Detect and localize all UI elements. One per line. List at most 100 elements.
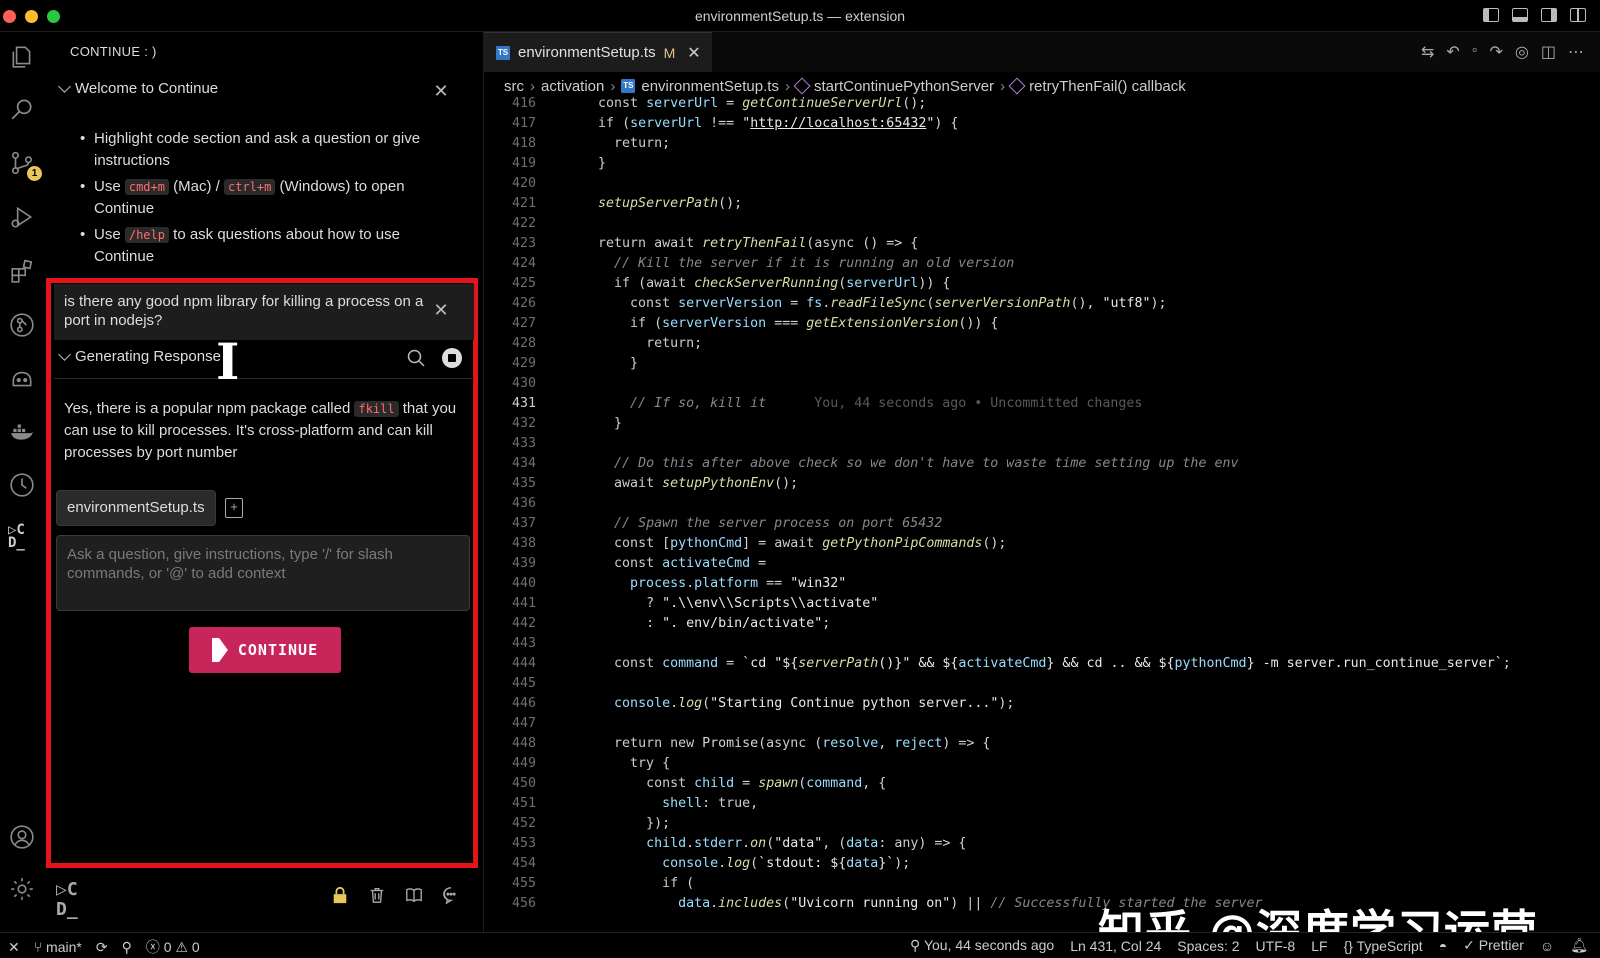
lock-icon[interactable] xyxy=(330,886,350,906)
code-line[interactable]: 444 const command = `cd "${serverPath()}… xyxy=(484,654,1584,674)
run-debug-icon[interactable] xyxy=(8,204,36,232)
toggle-panel-icon[interactable] xyxy=(1512,8,1528,22)
code-line[interactable]: 450 const child = spawn(command, { xyxy=(484,774,1584,794)
toggle-secondary-sidebar-icon[interactable] xyxy=(1541,8,1557,22)
code-line[interactable]: 439 const activateCmd = xyxy=(484,554,1584,574)
code-line[interactable]: 434 // Do this after above check so we d… xyxy=(484,454,1584,474)
remote-icon[interactable]: ✕ xyxy=(8,939,20,956)
more-actions-icon[interactable]: ⋯ xyxy=(1568,42,1584,62)
search-icon[interactable] xyxy=(406,348,426,368)
code-line[interactable]: 455 if ( xyxy=(484,874,1584,894)
indentation[interactable]: Spaces: 2 xyxy=(1177,938,1239,954)
code-line[interactable]: 438 const [pythonCmd] = await getPythonP… xyxy=(484,534,1584,554)
code-line[interactable]: 436 xyxy=(484,494,1584,514)
code-line[interactable]: 452 }); xyxy=(484,814,1584,834)
welcome-section-header[interactable]: Welcome to Continue xyxy=(58,80,218,97)
timeline-icon[interactable] xyxy=(8,472,36,500)
customize-layout-icon[interactable] xyxy=(1570,8,1586,22)
code-line[interactable]: 419 } xyxy=(484,154,1584,174)
trash-icon[interactable] xyxy=(367,886,387,906)
gear-icon[interactable] xyxy=(8,876,36,904)
code-line[interactable]: 437 // Spawn the server process on port … xyxy=(484,514,1584,534)
tab-environmentsetup[interactable]: TS environmentSetup.ts M ✕ xyxy=(484,32,712,72)
bell-icon[interactable]: 🔔︎ xyxy=(1570,937,1588,954)
code-line[interactable]: 445 xyxy=(484,674,1584,694)
code-line[interactable]: 451 shell: true, xyxy=(484,794,1584,814)
breadcrumb-item[interactable]: environmentSetup.ts xyxy=(641,78,779,95)
breadcrumb-item[interactable]: activation xyxy=(541,78,604,95)
chat-bubble-icon[interactable] xyxy=(441,886,461,906)
git-lens-icon[interactable]: ◎ xyxy=(1515,42,1529,62)
open-changes-icon[interactable]: ⇆ xyxy=(1421,42,1434,62)
git-graph-icon[interactable] xyxy=(8,312,36,340)
code-line[interactable]: 454 console.log(`stdout: ${data}`); xyxy=(484,854,1584,874)
problems-indicator[interactable]: ⓧ 0 ⚠ 0 xyxy=(146,937,200,957)
chat-textarea[interactable] xyxy=(67,545,459,601)
encoding[interactable]: UTF-8 xyxy=(1256,938,1296,954)
cursor-position[interactable]: Ln 431, Col 24 xyxy=(1070,938,1161,954)
blame-indicator[interactable]: ⚲ You, 44 seconds ago xyxy=(910,937,1054,954)
language-mode[interactable]: {} TypeScript xyxy=(1344,938,1423,954)
code-line[interactable]: 427 if (serverVersion === getExtensionVe… xyxy=(484,314,1584,334)
code-line[interactable]: 433 xyxy=(484,434,1584,454)
code-line[interactable]: 423 return await retryThenFail(async () … xyxy=(484,234,1584,254)
code-line[interactable]: 430 xyxy=(484,374,1584,394)
context-file-chip[interactable]: environmentSetup.ts xyxy=(56,490,216,526)
git-graph-status-icon[interactable]: ⚲ xyxy=(122,939,132,956)
end-of-line[interactable]: LF xyxy=(1311,938,1327,954)
code-line[interactable]: 432 } xyxy=(484,414,1584,434)
docker-icon[interactable] xyxy=(8,418,36,446)
code-line[interactable]: 422 xyxy=(484,214,1584,234)
code-line[interactable]: 425 if (await checkServerRunning(serverU… xyxy=(484,274,1584,294)
close-tab-icon[interactable]: ✕ xyxy=(687,43,700,63)
stop-generation-button[interactable] xyxy=(442,348,462,368)
book-icon[interactable] xyxy=(404,886,424,906)
source-control-icon[interactable]: 1 xyxy=(8,150,42,181)
breadcrumb-item[interactable]: startContinuePythonServer xyxy=(814,78,994,95)
code-line[interactable]: 448 return new Promise(async (resolve, r… xyxy=(484,734,1584,754)
continue-icon[interactable]: ▷C D_ xyxy=(56,880,86,920)
code-line[interactable]: 426 const serverVersion = fs.readFileSyn… xyxy=(484,294,1584,314)
copilot-status-icon[interactable]: ◓ xyxy=(1439,938,1447,954)
explorer-icon[interactable] xyxy=(8,44,36,72)
code-line[interactable]: 446 console.log("Starting Continue pytho… xyxy=(484,694,1584,714)
toggle-primary-sidebar-icon[interactable] xyxy=(1483,8,1499,22)
code-line[interactable]: 442 : ". env/bin/activate"; xyxy=(484,614,1584,634)
continue-icon[interactable]: ▷C D_ xyxy=(8,523,38,556)
code-line[interactable]: 418 return; xyxy=(484,134,1584,154)
split-editor-icon[interactable]: ◫ xyxy=(1541,42,1556,62)
code-line[interactable]: 429 } xyxy=(484,354,1584,374)
sync-icon[interactable]: ⟳ xyxy=(96,939,108,956)
close-icon[interactable]: ✕ xyxy=(433,82,449,100)
search-icon[interactable] xyxy=(8,96,36,124)
code-line[interactable]: 416 const serverUrl = getContinueServerU… xyxy=(484,94,1584,114)
chat-input[interactable] xyxy=(56,535,470,611)
code-line[interactable]: 431 // If so, kill it You, 44 seconds ag… xyxy=(484,394,1584,414)
add-file-icon[interactable]: + xyxy=(225,498,243,518)
code-line[interactable]: 440 process.platform == "win32" xyxy=(484,574,1584,594)
code-line[interactable]: 428 return; xyxy=(484,334,1584,354)
close-icon[interactable]: ✕ xyxy=(433,301,449,319)
extensions-icon[interactable] xyxy=(8,258,36,286)
generating-response-header[interactable]: Generating Response xyxy=(58,348,221,365)
code-line[interactable]: 421 setupServerPath(); xyxy=(484,194,1584,214)
code-line[interactable]: 449 try { xyxy=(484,754,1584,774)
copilot-icon[interactable] xyxy=(8,366,36,394)
code-line[interactable]: 453 child.stderr.on("data", (data: any) … xyxy=(484,834,1584,854)
breadcrumb-item[interactable]: retryThenFail() callback xyxy=(1029,78,1186,95)
feedback-icon[interactable]: ☺ xyxy=(1540,938,1554,954)
account-icon[interactable] xyxy=(8,824,36,852)
breadcrumb-item[interactable]: src xyxy=(504,78,524,95)
code-line[interactable]: 443 xyxy=(484,634,1584,654)
code-line[interactable]: 420 xyxy=(484,174,1584,194)
code-editor[interactable]: 416 const serverUrl = getContinueServerU… xyxy=(484,94,1600,930)
previous-change-icon[interactable]: ◦ xyxy=(1472,42,1478,62)
code-line[interactable]: 447 xyxy=(484,714,1584,734)
prettier-status[interactable]: ✓ Prettier xyxy=(1463,937,1524,954)
code-line[interactable]: 441 ? ".\\env\\Scripts\\activate" xyxy=(484,594,1584,614)
go-back-icon[interactable]: ↶ xyxy=(1446,42,1459,62)
branch-indicator[interactable]: ⑂ main* xyxy=(34,939,82,955)
code-line[interactable]: 435 await setupPythonEnv(); xyxy=(484,474,1584,494)
continue-button[interactable]: CONTINUE xyxy=(189,627,341,673)
next-change-icon[interactable]: ↷ xyxy=(1490,42,1503,62)
